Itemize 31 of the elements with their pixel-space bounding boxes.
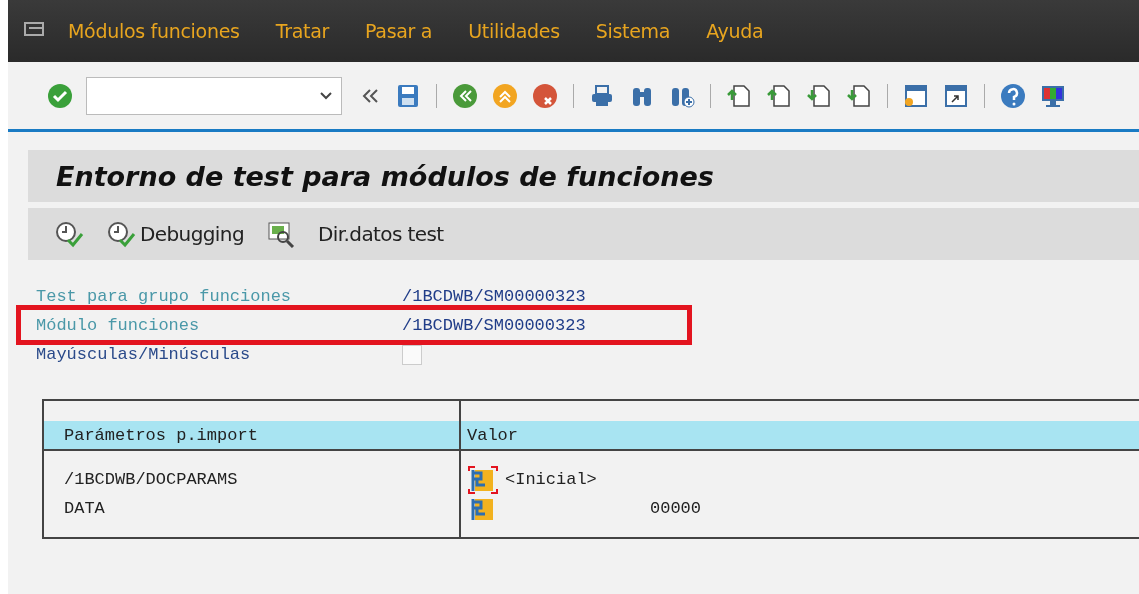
- clock-check-icon: [106, 220, 136, 248]
- parameter-name: /1BCDWB/DOCPARAMS: [64, 470, 238, 489]
- field-label: Módulo funciones: [36, 316, 201, 335]
- help-icon[interactable]: [999, 81, 1027, 110]
- magnifier-list-icon: [266, 220, 296, 248]
- screen-title: Entorno de test para módulos de funciones: [56, 160, 714, 192]
- column-header: Valor: [461, 421, 1139, 449]
- menu-item[interactable]: Pasar a: [365, 20, 433, 42]
- menu-item[interactable]: Utilidades: [468, 20, 560, 42]
- menu-item[interactable]: Ayuda: [706, 20, 764, 42]
- test-directory-button[interactable]: Dir.datos test: [260, 220, 450, 248]
- column-header: Parámetros p.import: [44, 421, 459, 449]
- parameter-value: <Inicial>: [505, 470, 598, 489]
- debugging-button[interactable]: Debugging: [100, 220, 250, 248]
- menu-item[interactable]: Tratar: [275, 20, 329, 42]
- parameter-icon[interactable]: [467, 464, 499, 495]
- menu-item[interactable]: Sistema: [595, 20, 671, 42]
- field-label: Mayúsculas/Minúsculas: [36, 345, 252, 364]
- field-label: Test para grupo funciones: [36, 287, 293, 306]
- back-icon[interactable]: [451, 81, 479, 110]
- command-field[interactable]: [86, 76, 342, 115]
- cancel-icon[interactable]: [531, 81, 559, 110]
- enter-icon[interactable]: [46, 81, 74, 110]
- menu-item[interactable]: Módulos funciones: [68, 20, 240, 42]
- checkbox[interactable]: [402, 344, 422, 365]
- parameter-name: DATA: [64, 499, 105, 518]
- clock-check-icon: [54, 220, 84, 248]
- field-value: /1BCDWB/SM00000323: [402, 316, 586, 335]
- field-value: /1BCDWB/SM00000323: [402, 287, 586, 306]
- parameter-value: 00000: [649, 499, 701, 518]
- chevron-down-icon[interactable]: [319, 90, 333, 101]
